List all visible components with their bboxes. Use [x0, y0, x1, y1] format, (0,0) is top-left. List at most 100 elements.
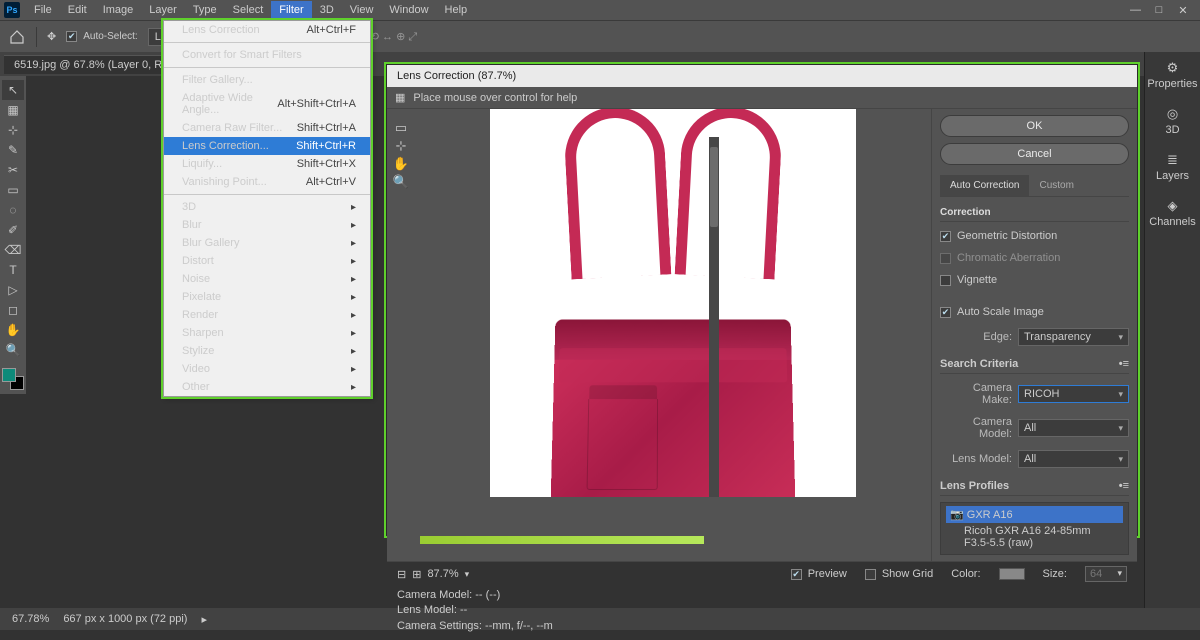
menu-item-blur[interactable]: Blur [164, 216, 370, 234]
profiles-menu-icon[interactable]: •≡ [1119, 480, 1129, 492]
color-swatches[interactable] [2, 368, 24, 390]
grid-toggle-icon[interactable]: ▦ [395, 91, 405, 104]
menu-image[interactable]: Image [95, 1, 142, 19]
tab-custom[interactable]: Custom [1029, 175, 1083, 196]
edge-field: Edge: Transparency [940, 326, 1129, 348]
checkbox-vignette[interactable]: Vignette [940, 272, 1129, 288]
close-button[interactable]: ✕ [1178, 4, 1188, 17]
tool-13[interactable]: 🔍 [2, 340, 24, 360]
menu-item-liquify-[interactable]: Liquify...Shift+Ctrl+X [164, 155, 370, 173]
menu-item-vanishing-point-[interactable]: Vanishing Point...Alt+Ctrl+V [164, 173, 370, 191]
menu-3d[interactable]: 3D [312, 1, 342, 19]
menu-file[interactable]: File [26, 1, 60, 19]
search-menu-icon[interactable]: •≡ [1119, 358, 1129, 370]
menu-select[interactable]: Select [225, 1, 272, 19]
panel-channels[interactable]: ◈Channels [1145, 190, 1200, 236]
menu-item-lens-correction-[interactable]: Lens Correction...Shift+Ctrl+R [164, 137, 370, 155]
auto-select-checkbox[interactable]: Auto-Select: [66, 29, 137, 44]
grid-size-select[interactable]: 64▾ [1085, 566, 1127, 582]
highlight-bar [420, 536, 704, 544]
menu-window[interactable]: Window [381, 1, 436, 19]
app-icon: Ps [4, 2, 20, 18]
lens-bottom-bar: ⊟ ⊞ 87.7%▾ Preview Show Grid Color: Size… [387, 561, 1137, 586]
menu-item-camera-raw-filter-[interactable]: Camera Raw Filter...Shift+Ctrl+A [164, 119, 370, 137]
zoom-out-icon[interactable]: ⊟ [397, 568, 406, 581]
menu-item-3d[interactable]: 3D [164, 198, 370, 216]
panel-layers[interactable]: ≣Layers [1145, 144, 1200, 190]
home-icon[interactable] [8, 28, 26, 46]
menu-layer[interactable]: Layer [141, 1, 185, 19]
section-lens-profiles: Lens Profiles•≡ [940, 476, 1129, 496]
checkbox-preview[interactable]: Preview [791, 566, 847, 582]
checkbox-auto-scale[interactable]: Auto Scale Image [940, 304, 1129, 320]
tool-11[interactable]: ◻ [2, 300, 24, 320]
tool-4[interactable]: ✂ [2, 160, 24, 180]
status-doc-dims: 667 px x 1000 px (72 ppi) [63, 613, 187, 625]
menu-item-lens-correction[interactable]: Lens CorrectionAlt+Ctrl+F [164, 21, 370, 39]
tool-5[interactable]: ▭ [2, 180, 24, 200]
lens-tool-3[interactable]: 🔍 [392, 173, 410, 191]
lens-tools: ▭⊹✋🔍 [387, 109, 415, 561]
lens-tool-0[interactable]: ▭ [392, 119, 410, 137]
lens-profile-detail: Ricoh GXR A16 24-85mm F3.5-5.5 (raw) [946, 523, 1123, 551]
lens-profile-item[interactable]: 📷 GXR A16 [946, 506, 1123, 523]
camera-make-select[interactable]: RICOH [1018, 385, 1129, 403]
menu-item-blur-gallery[interactable]: Blur Gallery [164, 234, 370, 252]
menu-item-stylize[interactable]: Stylize [164, 342, 370, 360]
camera-model-select[interactable]: All [1018, 419, 1129, 437]
menu-item-adaptive-wide-angle-[interactable]: Adaptive Wide Angle...Alt+Shift+Ctrl+A [164, 89, 370, 119]
tool-9[interactable]: T [2, 260, 24, 280]
minimize-button[interactable]: — [1130, 4, 1140, 17]
checkbox-geometric-distortion[interactable]: Geometric Distortion [940, 228, 1129, 244]
zoom-in-icon[interactable]: ⊞ [412, 568, 421, 581]
menu-view[interactable]: View [342, 1, 382, 19]
tab-auto-correction[interactable]: Auto Correction [940, 175, 1029, 196]
preview-image [490, 109, 856, 497]
tool-0[interactable]: ↖ [2, 80, 24, 100]
zoom-value[interactable]: 87.7% [427, 568, 458, 580]
menu-item-convert-for-smart-filters[interactable]: Convert for Smart Filters [164, 46, 370, 64]
foreground-color[interactable] [2, 368, 16, 382]
tool-10[interactable]: ▷ [2, 280, 24, 300]
lens-correction-dialog: Lens Correction (87.7%) ▦ Place mouse ov… [386, 64, 1138, 536]
menu-bar: Ps FileEditImageLayerTypeSelectFilter3DV… [0, 0, 1200, 20]
menu-item-distort[interactable]: Distort [164, 252, 370, 270]
tool-2[interactable]: ⊹ [2, 120, 24, 140]
panel-3d[interactable]: ◎3D [1145, 98, 1200, 144]
checkbox-chromatic-aberration: Chromatic Aberration [940, 250, 1129, 266]
menu-item-noise[interactable]: Noise [164, 270, 370, 288]
grid-color-swatch[interactable] [999, 568, 1025, 580]
menu-item-pixelate[interactable]: Pixelate [164, 288, 370, 306]
lens-settings-panel: OK Cancel Auto Correction Custom Correct… [931, 109, 1137, 561]
lens-tool-2[interactable]: ✋ [392, 155, 410, 173]
lens-model-select[interactable]: All [1018, 450, 1129, 468]
preview-canvas[interactable] [415, 109, 931, 561]
tool-7[interactable]: ✐ [2, 220, 24, 240]
menu-help[interactable]: Help [437, 1, 476, 19]
tool-8[interactable]: ⌫ [2, 240, 24, 260]
menu-edit[interactable]: Edit [60, 1, 95, 19]
dialog-hint-bar: ▦ Place mouse over control for help [387, 87, 1137, 109]
section-search-criteria: Search Criteria•≡ [940, 354, 1129, 374]
status-zoom[interactable]: 67.78% [12, 613, 49, 625]
checkbox-show-grid[interactable]: Show Grid [865, 566, 933, 582]
lens-profiles-list[interactable]: 📷 GXR A16 Ricoh GXR A16 24-85mm F3.5-5.5… [940, 502, 1129, 555]
cancel-button[interactable]: Cancel [940, 143, 1129, 165]
tool-1[interactable]: ▦ [2, 100, 24, 120]
menu-type[interactable]: Type [185, 1, 225, 19]
tool-12[interactable]: ✋ [2, 320, 24, 340]
edge-select[interactable]: Transparency [1018, 328, 1129, 346]
ok-button[interactable]: OK [940, 115, 1129, 137]
panel-properties[interactable]: ⚙Properties [1145, 52, 1200, 98]
lens-tool-1[interactable]: ⊹ [392, 137, 410, 155]
menu-item-video[interactable]: Video [164, 360, 370, 378]
menu-item-render[interactable]: Render [164, 306, 370, 324]
menu-item-other[interactable]: Other [164, 378, 370, 396]
vertical-scrollbar[interactable] [709, 137, 719, 497]
menu-filter[interactable]: Filter [271, 1, 311, 19]
tool-3[interactable]: ✎ [2, 140, 24, 160]
tool-6[interactable]: ◌ [2, 200, 24, 220]
menu-item-filter-gallery-[interactable]: Filter Gallery... [164, 71, 370, 89]
maximize-button[interactable]: □ [1154, 4, 1164, 17]
menu-item-sharpen[interactable]: Sharpen [164, 324, 370, 342]
